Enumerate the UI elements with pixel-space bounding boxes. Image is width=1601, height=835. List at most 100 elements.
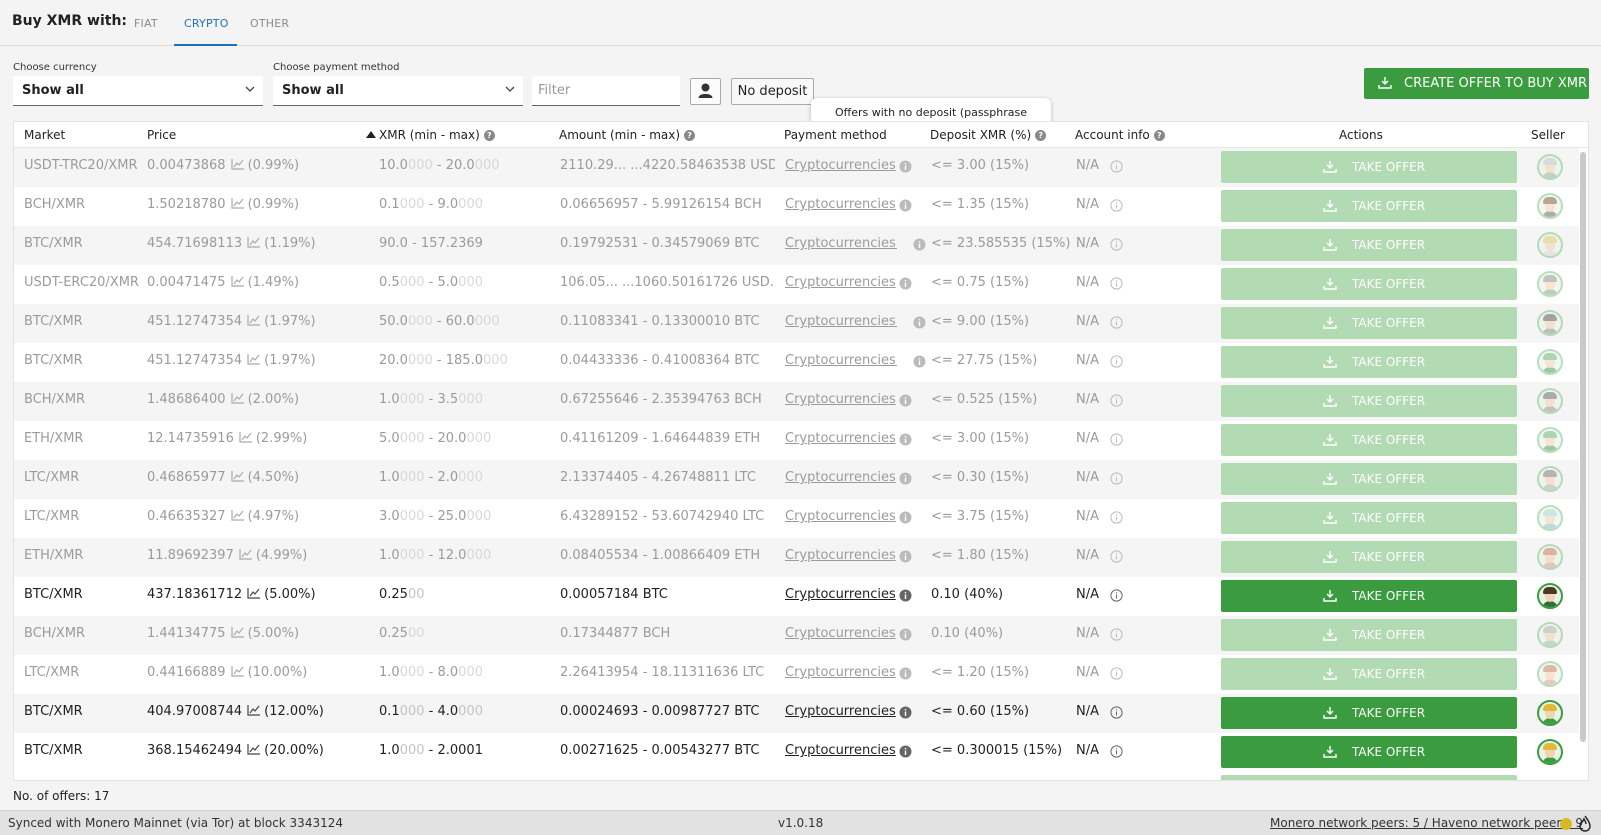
take-offer-button[interactable]: TAKE OFFER xyxy=(1221,502,1517,534)
help-icon[interactable]: ? xyxy=(1153,130,1165,141)
payment-method-link[interactable]: Cryptocurrencies xyxy=(785,626,897,641)
help-icon[interactable]: ? xyxy=(483,130,495,141)
help-icon[interactable]: ? xyxy=(1035,130,1047,141)
seller-avatar[interactable] xyxy=(1537,661,1563,687)
account-info-icon[interactable] xyxy=(1110,589,1123,602)
table-row[interactable]: USDT-TRC20/XMR 0.00473868 (0.99%) 10.0000 -… xyxy=(14,148,1579,187)
info-icon[interactable] xyxy=(899,160,912,173)
account-info-icon[interactable] xyxy=(1110,199,1123,212)
seller-avatar[interactable] xyxy=(1537,193,1563,219)
take-offer-button[interactable]: TAKE OFFER xyxy=(1221,619,1517,651)
take-offer-button[interactable] xyxy=(1221,775,1517,780)
table-row[interactable]: ETH/XMR 12.14735916 (2.99%) 5.0000 - 20.000… xyxy=(14,421,1579,460)
payment-method-link[interactable]: Cryptocurrencies xyxy=(785,743,897,758)
account-info-icon[interactable] xyxy=(1110,355,1123,368)
payment-method-link[interactable]: Cryptocurrencies xyxy=(785,704,897,719)
payment-method-link[interactable]: Cryptocurrencies xyxy=(785,509,897,524)
take-offer-button[interactable]: TAKE OFFER xyxy=(1221,697,1517,729)
info-icon[interactable] xyxy=(899,550,912,563)
table-row[interactable]: BTC/XMR 451.12747354 (1.97%) 20.0000 - 185.… xyxy=(14,343,1579,382)
table-row[interactable]: LTC/XMR 0.46635327 (4.97%) 3.0000 - 25.0000… xyxy=(14,499,1579,538)
account-info-icon[interactable] xyxy=(1110,667,1123,680)
take-offer-button[interactable]: TAKE OFFER xyxy=(1221,307,1517,339)
info-icon[interactable] xyxy=(899,394,912,407)
account-info-icon[interactable] xyxy=(1110,316,1123,329)
account-info-icon[interactable] xyxy=(1110,511,1123,524)
info-icon[interactable] xyxy=(899,706,912,719)
no-deposit-button[interactable]: No deposit xyxy=(731,78,814,105)
table-row[interactable]: LTC/XMR 0.46865977 (4.50%) 1.0000 - 2.0000 2… xyxy=(14,460,1579,499)
price-chart-icon[interactable] xyxy=(247,237,261,248)
take-offer-button[interactable]: TAKE OFFER xyxy=(1221,658,1517,690)
payment-method-link[interactable]: Cryptocurrencies xyxy=(785,587,897,602)
price-chart-icon[interactable] xyxy=(230,471,245,482)
info-icon[interactable] xyxy=(899,628,912,641)
seller-avatar[interactable] xyxy=(1537,622,1563,648)
network-peers-link[interactable]: Monero network peers: 5 / Haveno network… xyxy=(1270,816,1583,830)
price-chart-icon[interactable] xyxy=(239,432,253,443)
account-info-icon[interactable] xyxy=(1110,628,1123,641)
take-offer-button[interactable]: TAKE OFFER xyxy=(1221,151,1517,183)
account-info-icon[interactable] xyxy=(1110,238,1123,251)
table-row[interactable]: BTC/XMR 368.15462494 (20.00%) 1.0000 - 2.00… xyxy=(14,733,1579,772)
table-row[interactable]: ETH/XMR 11.89692397 (4.99%) 1.0000 - 12.000… xyxy=(14,538,1579,577)
account-info-icon[interactable] xyxy=(1110,394,1123,407)
table-scrollbar[interactable] xyxy=(1580,152,1586,742)
price-chart-icon[interactable] xyxy=(247,354,261,365)
payment-method-link[interactable]: Cryptocurrencies xyxy=(785,197,897,212)
payment-method-link[interactable]: Cryptocurrencies xyxy=(785,158,897,173)
col-payment-method[interactable]: Payment method xyxy=(784,128,887,142)
table-row[interactable]: BTC/XMR 454.71698113 (1.19%) 90.0 - 157.236… xyxy=(14,226,1579,265)
info-icon[interactable] xyxy=(899,511,912,524)
table-row[interactable]: BCH/XMR 1.44134775 (5.00%) 0.2500 0.17344877… xyxy=(14,616,1579,655)
account-info-icon[interactable] xyxy=(1110,706,1123,719)
col-deposit[interactable]: Deposit XMR (%)? xyxy=(930,128,1047,142)
info-icon[interactable] xyxy=(899,472,912,485)
tab-fiat[interactable]: FIAT xyxy=(134,17,158,30)
col-market[interactable]: Market xyxy=(24,128,65,142)
payment-method-link[interactable]: Cryptocurrencies xyxy=(785,431,897,446)
info-icon[interactable] xyxy=(913,316,926,329)
col-price[interactable]: Price xyxy=(147,128,176,142)
info-icon[interactable] xyxy=(899,433,912,446)
price-chart-icon[interactable] xyxy=(247,705,261,716)
seller-avatar[interactable] xyxy=(1537,739,1563,765)
table-row[interactable]: BCH/XMR 1.48686400 (2.00%) 1.0000 - 3.5000 0… xyxy=(14,382,1579,421)
take-offer-button[interactable]: TAKE OFFER xyxy=(1221,580,1517,612)
payment-method-link[interactable]: Cryptocurrencies xyxy=(785,470,897,485)
seller-avatar[interactable] xyxy=(1537,271,1563,297)
payment-method-link[interactable]: Cryptocurrencies ... xyxy=(785,236,897,251)
seller-avatar[interactable] xyxy=(1537,154,1563,180)
account-info-icon[interactable] xyxy=(1110,550,1123,563)
seller-avatar[interactable] xyxy=(1537,388,1563,414)
price-chart-icon[interactable] xyxy=(230,393,245,404)
payment-method-select[interactable]: Show all xyxy=(273,76,523,106)
info-icon[interactable] xyxy=(899,745,912,758)
account-info-icon[interactable] xyxy=(1110,160,1123,173)
tab-other[interactable]: OTHER xyxy=(250,17,289,30)
table-row[interactable]: BTC/XMR 451.12747354 (1.97%) 50.0000 - 60.0… xyxy=(14,304,1579,343)
price-chart-icon[interactable] xyxy=(230,510,245,521)
info-icon[interactable] xyxy=(899,589,912,602)
table-row[interactable]: LTC/XMR 0.44166889 (10.00%) 1.0000 - 8.0000… xyxy=(14,655,1579,694)
seller-avatar[interactable] xyxy=(1537,700,1563,726)
currency-select[interactable]: Show all xyxy=(13,76,263,106)
take-offer-button[interactable]: TAKE OFFER xyxy=(1221,541,1517,573)
take-offer-button[interactable]: TAKE OFFER xyxy=(1221,229,1517,261)
seller-avatar[interactable] xyxy=(1537,232,1563,258)
take-offer-button[interactable]: TAKE OFFER xyxy=(1221,736,1517,768)
tab-crypto[interactable]: CRYPTO xyxy=(184,17,229,30)
payment-method-link[interactable]: Cryptocurrencies xyxy=(785,548,897,563)
account-info-icon[interactable] xyxy=(1110,433,1123,446)
price-chart-icon[interactable] xyxy=(230,666,245,677)
seller-avatar[interactable] xyxy=(1537,505,1563,531)
account-info-icon[interactable] xyxy=(1110,745,1123,758)
seller-avatar[interactable] xyxy=(1537,466,1563,492)
price-chart-icon[interactable] xyxy=(230,627,245,638)
col-xmr[interactable]: XMR (min - max)? xyxy=(366,128,495,142)
account-info-icon[interactable] xyxy=(1110,277,1123,290)
payment-method-link[interactable]: Cryptocurrencies xyxy=(785,275,897,290)
create-offer-button[interactable]: CREATE OFFER TO BUY XMR xyxy=(1364,68,1589,99)
table-row[interactable]: BTC/XMR 437.18361712 (5.00%) 0.2500 0.000571… xyxy=(14,577,1579,616)
table-row[interactable]: BTC/XMR 404.97008744 (12.00%) 0.1000 - 4.00… xyxy=(14,694,1579,733)
